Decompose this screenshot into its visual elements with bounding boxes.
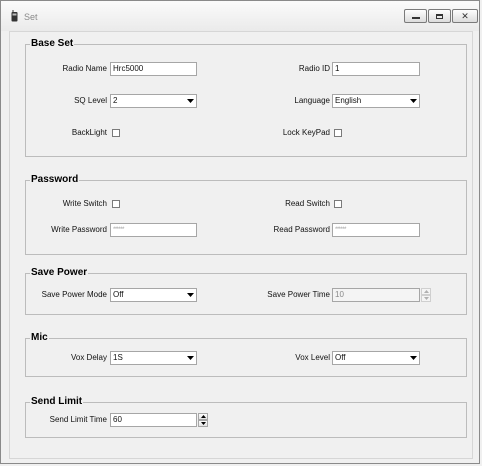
backlight-label: BackLight [71,128,107,137]
send-limit-time-stepper[interactable] [198,413,208,427]
chevron-down-icon [408,96,418,106]
write-password-field[interactable]: ****** [110,223,197,237]
send-limit-time-field[interactable]: 60 [110,413,197,427]
settings-window: Set ✕ Base Set Radio Name Hrc5000 Radio … [0,0,480,464]
sq-level-value: 2 [113,96,118,105]
save-power-title: Save Power [30,267,89,279]
write-password-label: Write Password [51,225,107,234]
vox-delay-value: 1S [113,353,123,362]
language-label: Language [294,96,330,105]
base-set-group: Base Set Radio Name Hrc5000 Radio ID 1 S… [25,38,467,157]
language-dropdown[interactable]: English [332,94,420,108]
maximize-icon [436,13,443,19]
save-power-mode-dropdown[interactable]: Off [110,288,197,302]
spin-up-icon[interactable] [421,288,431,295]
vox-level-dropdown[interactable]: Off [332,351,420,365]
save-power-group: Save Power Save Power Mode Off Save Powe… [25,267,467,315]
password-title: Password [30,174,80,186]
read-switch-label: Read Switch [285,199,330,208]
sq-level-label: SQ Level [74,96,107,105]
send-limit-time-label: Send Limit Time [49,415,107,424]
chevron-down-icon [185,96,195,106]
minimize-icon [411,16,420,19]
lock-keypad-checkbox[interactable] [334,129,342,137]
read-password-label: Read Password [273,225,330,234]
read-password-field[interactable]: ****** [332,223,420,237]
save-power-time-stepper[interactable] [421,288,431,302]
chevron-down-icon [408,353,418,363]
lock-keypad-label: Lock KeyPad [282,128,330,137]
vox-delay-label: Vox Delay [70,353,107,362]
title-bar[interactable]: Set ✕ [1,1,479,31]
mic-group: Mic Vox Delay 1S Vox Level Off [25,332,467,377]
radio-id-label: Radio ID [298,64,330,73]
vox-level-value: Off [335,353,346,362]
vox-delay-dropdown[interactable]: 1S [110,351,197,365]
send-limit-group: Send Limit Send Limit Time 60 [25,396,467,438]
write-switch-checkbox[interactable] [112,200,120,208]
radio-app-icon [11,10,18,22]
maximize-button[interactable] [428,9,451,23]
window-title: Set [24,12,38,22]
read-switch-checkbox[interactable] [334,200,342,208]
spin-up-icon[interactable] [198,413,208,420]
radio-name-field[interactable]: Hrc5000 [110,62,197,76]
save-power-mode-value: Off [113,290,124,299]
save-power-time-label: Save Power Time [267,290,330,299]
close-icon: ✕ [461,10,469,21]
minimize-button[interactable] [404,9,427,23]
save-power-mode-label: Save Power Mode [41,290,107,299]
sq-level-dropdown[interactable]: 2 [110,94,197,108]
backlight-checkbox[interactable] [112,129,120,137]
password-group: Password Write Switch Read Switch Write … [25,174,467,255]
close-button[interactable]: ✕ [452,9,478,23]
settings-panel: Base Set Radio Name Hrc5000 Radio ID 1 S… [9,31,473,459]
send-limit-title: Send Limit [30,396,84,408]
write-switch-label: Write Switch [62,199,107,208]
chevron-down-icon [185,353,195,363]
mic-title: Mic [30,332,49,344]
radio-name-label: Radio Name [62,64,107,73]
spin-down-icon[interactable] [421,295,431,302]
language-value: English [335,96,362,105]
radio-id-field[interactable]: 1 [332,62,420,76]
save-power-time-field[interactable]: 10 [332,288,420,302]
base-set-title: Base Set [30,38,75,50]
vox-level-label: Vox Level [295,353,330,362]
chevron-down-icon [185,290,195,300]
spin-down-icon[interactable] [198,420,208,427]
